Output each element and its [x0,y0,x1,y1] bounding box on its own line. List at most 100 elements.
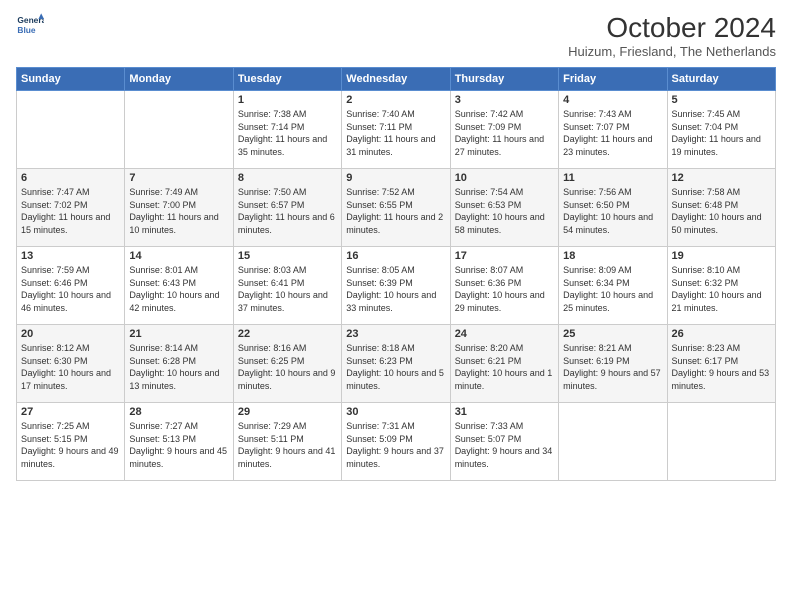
day-info: Sunrise: 8:18 AM Sunset: 6:23 PM Dayligh… [346,342,445,392]
daylight: Daylight: 10 hours and 58 minutes. [455,212,545,235]
day-info: Sunrise: 7:52 AM Sunset: 6:55 PM Dayligh… [346,186,445,236]
sunset: Sunset: 6:19 PM [563,356,630,366]
day-number: 26 [672,328,771,340]
header: General Blue October 2024 Huizum, Friesl… [16,12,776,59]
sunset: Sunset: 6:46 PM [21,278,88,288]
title-section: October 2024 Huizum, Friesland, The Neth… [568,12,776,59]
day-info: Sunrise: 7:49 AM Sunset: 7:00 PM Dayligh… [129,186,228,236]
daylight: Daylight: 10 hours and 21 minutes. [672,290,762,313]
sunset: Sunset: 6:43 PM [129,278,196,288]
sunrise: Sunrise: 7:47 AM [21,187,90,197]
sunrise: Sunrise: 8:18 AM [346,343,415,353]
daylight: Daylight: 9 hours and 49 minutes. [21,446,119,469]
sunrise: Sunrise: 8:09 AM [563,265,632,275]
daylight: Daylight: 10 hours and 5 minutes. [346,368,444,391]
day-info: Sunrise: 7:27 AM Sunset: 5:13 PM Dayligh… [129,420,228,470]
table-row [17,91,125,169]
sunrise: Sunrise: 8:20 AM [455,343,524,353]
day-info: Sunrise: 7:25 AM Sunset: 5:15 PM Dayligh… [21,420,120,470]
sunrise: Sunrise: 7:33 AM [455,421,524,431]
table-row: 14 Sunrise: 8:01 AM Sunset: 6:43 PM Dayl… [125,247,233,325]
day-number: 25 [563,328,662,340]
day-number: 10 [455,172,554,184]
day-number: 24 [455,328,554,340]
table-row: 11 Sunrise: 7:56 AM Sunset: 6:50 PM Dayl… [559,169,667,247]
day-number: 18 [563,250,662,262]
table-row: 15 Sunrise: 8:03 AM Sunset: 6:41 PM Dayl… [233,247,341,325]
day-number: 22 [238,328,337,340]
sunset: Sunset: 5:13 PM [129,434,196,444]
daylight: Daylight: 10 hours and 9 minutes. [238,368,336,391]
sunrise: Sunrise: 8:23 AM [672,343,741,353]
table-row: 30 Sunrise: 7:31 AM Sunset: 5:09 PM Dayl… [342,403,450,481]
table-row: 16 Sunrise: 8:05 AM Sunset: 6:39 PM Dayl… [342,247,450,325]
col-sunday: Sunday [17,68,125,91]
day-number: 11 [563,172,662,184]
day-info: Sunrise: 7:58 AM Sunset: 6:48 PM Dayligh… [672,186,771,236]
table-row: 7 Sunrise: 7:49 AM Sunset: 7:00 PM Dayli… [125,169,233,247]
subtitle: Huizum, Friesland, The Netherlands [568,44,776,59]
day-number: 20 [21,328,120,340]
day-info: Sunrise: 7:38 AM Sunset: 7:14 PM Dayligh… [238,108,337,158]
sunrise: Sunrise: 7:25 AM [21,421,90,431]
day-number: 30 [346,406,445,418]
daylight: Daylight: 10 hours and 46 minutes. [21,290,111,313]
svg-text:Blue: Blue [17,25,35,35]
table-row: 9 Sunrise: 7:52 AM Sunset: 6:55 PM Dayli… [342,169,450,247]
sunset: Sunset: 6:23 PM [346,356,413,366]
daylight: Daylight: 11 hours and 10 minutes. [129,212,218,235]
day-number: 7 [129,172,228,184]
daylight: Daylight: 11 hours and 23 minutes. [563,134,652,157]
table-row: 6 Sunrise: 7:47 AM Sunset: 7:02 PM Dayli… [17,169,125,247]
sunrise: Sunrise: 7:31 AM [346,421,415,431]
table-row [559,403,667,481]
day-info: Sunrise: 7:43 AM Sunset: 7:07 PM Dayligh… [563,108,662,158]
day-number: 13 [21,250,120,262]
daylight: Daylight: 10 hours and 54 minutes. [563,212,653,235]
sunset: Sunset: 6:53 PM [455,200,522,210]
day-number: 19 [672,250,771,262]
sunset: Sunset: 5:11 PM [238,434,304,444]
sunset: Sunset: 7:14 PM [238,122,305,132]
sunrise: Sunrise: 7:40 AM [346,109,415,119]
sunrise: Sunrise: 7:52 AM [346,187,415,197]
table-row: 23 Sunrise: 8:18 AM Sunset: 6:23 PM Dayl… [342,325,450,403]
table-row: 26 Sunrise: 8:23 AM Sunset: 6:17 PM Dayl… [667,325,775,403]
day-info: Sunrise: 7:54 AM Sunset: 6:53 PM Dayligh… [455,186,554,236]
day-info: Sunrise: 8:09 AM Sunset: 6:34 PM Dayligh… [563,264,662,314]
sunrise: Sunrise: 8:01 AM [129,265,198,275]
sunset: Sunset: 7:02 PM [21,200,88,210]
table-row [125,91,233,169]
day-info: Sunrise: 8:03 AM Sunset: 6:41 PM Dayligh… [238,264,337,314]
table-row: 25 Sunrise: 8:21 AM Sunset: 6:19 PM Dayl… [559,325,667,403]
sunset: Sunset: 6:34 PM [563,278,630,288]
logo-icon: General Blue [16,12,44,40]
col-saturday: Saturday [667,68,775,91]
logo: General Blue [16,12,48,40]
calendar-week-row: 6 Sunrise: 7:47 AM Sunset: 7:02 PM Dayli… [17,169,776,247]
day-number: 6 [21,172,120,184]
day-info: Sunrise: 7:40 AM Sunset: 7:11 PM Dayligh… [346,108,445,158]
calendar-table: Sunday Monday Tuesday Wednesday Thursday… [16,67,776,481]
day-number: 2 [346,94,445,106]
sunrise: Sunrise: 7:58 AM [672,187,741,197]
table-row [667,403,775,481]
sunrise: Sunrise: 8:05 AM [346,265,415,275]
day-info: Sunrise: 7:59 AM Sunset: 6:46 PM Dayligh… [21,264,120,314]
day-number: 27 [21,406,120,418]
daylight: Daylight: 10 hours and 25 minutes. [563,290,653,313]
col-tuesday: Tuesday [233,68,341,91]
table-row: 3 Sunrise: 7:42 AM Sunset: 7:09 PM Dayli… [450,91,558,169]
day-number: 8 [238,172,337,184]
day-info: Sunrise: 7:45 AM Sunset: 7:04 PM Dayligh… [672,108,771,158]
table-row: 21 Sunrise: 8:14 AM Sunset: 6:28 PM Dayl… [125,325,233,403]
table-row: 5 Sunrise: 7:45 AM Sunset: 7:04 PM Dayli… [667,91,775,169]
sunrise: Sunrise: 7:49 AM [129,187,198,197]
sunrise: Sunrise: 7:27 AM [129,421,198,431]
daylight: Daylight: 9 hours and 57 minutes. [563,368,661,391]
daylight: Daylight: 10 hours and 1 minute. [455,368,553,391]
daylight: Daylight: 11 hours and 19 minutes. [672,134,761,157]
sunrise: Sunrise: 8:12 AM [21,343,90,353]
col-friday: Friday [559,68,667,91]
day-info: Sunrise: 8:21 AM Sunset: 6:19 PM Dayligh… [563,342,662,392]
